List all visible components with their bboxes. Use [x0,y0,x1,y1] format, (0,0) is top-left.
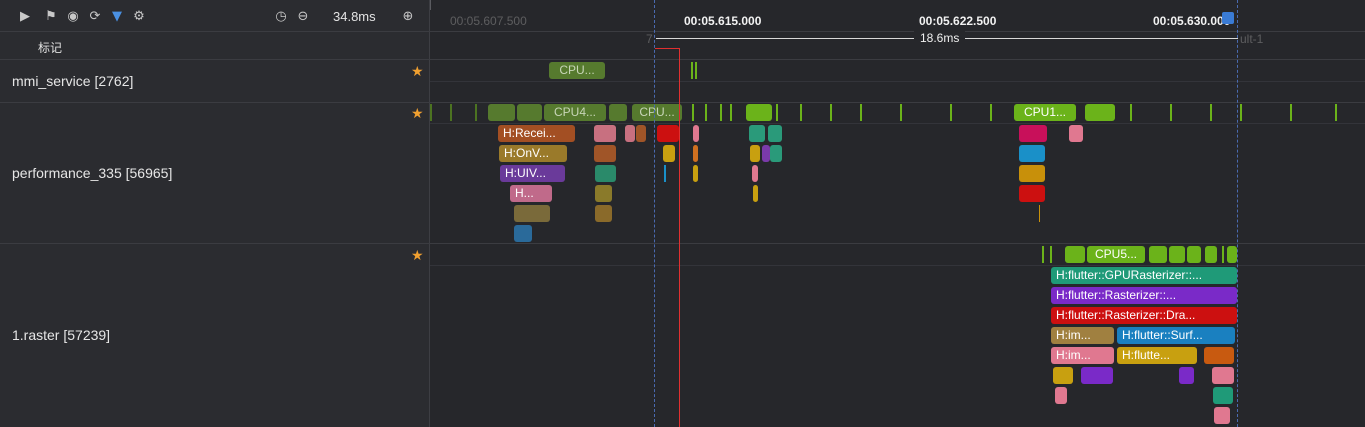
slice[interactable]: H:flutter::GPURasterizer::... [1051,267,1237,284]
cpu-slice[interactable] [517,104,542,121]
slice[interactable] [1069,125,1083,142]
slice[interactable] [693,145,698,162]
cpu-slice[interactable] [746,104,772,121]
range-row [430,32,1365,60]
slice[interactable] [768,125,782,142]
slice[interactable]: H:Recei... [498,125,575,142]
zoom-in-icon[interactable]: ⊕ [399,7,417,25]
lane-name: 1.raster [57239] [12,327,111,343]
timeline-panel[interactable]: 00:05.607.500 00:05.615.000 00:05.622.50… [430,0,1365,427]
network-icon[interactable]: ◉ [64,7,82,25]
cpu-slice[interactable]: CPU... [632,104,682,121]
slice[interactable] [770,145,782,162]
marks-label: 标记 [38,41,63,55]
cursor-marker [655,48,680,58]
slice[interactable] [1204,347,1234,364]
slice[interactable] [595,185,612,202]
lane-name: mmi_service [2762] [12,73,134,89]
slice[interactable]: H... [510,185,552,202]
refresh-icon[interactable]: ⟳ [86,7,104,25]
cpu-slice[interactable] [1169,246,1185,263]
cpu-slice[interactable] [1149,246,1167,263]
cpu-slice[interactable]: CPU... [549,62,605,79]
flag-icon[interactable]: ⚑ [42,7,60,25]
cursor-line[interactable] [679,48,680,427]
tick-label: 00:05.630.000 [1153,14,1231,28]
tick-label: 00:05.607.500 [450,14,527,28]
slice[interactable]: H:flutter::Rasterizer::... [1051,287,1237,304]
slice[interactable] [1019,125,1047,142]
slice[interactable] [1053,367,1073,384]
slice[interactable]: H:flutte... [1117,347,1197,364]
cpu-slice[interactable] [1085,104,1115,121]
cpu-slice[interactable] [1187,246,1201,263]
slice[interactable]: H:flutter::Surf... [1117,327,1235,344]
slice[interactable] [663,145,675,162]
slice[interactable] [657,125,679,142]
slice[interactable] [514,205,550,222]
slice[interactable] [595,165,616,182]
slice[interactable]: H:UIV... [500,165,565,182]
slice[interactable] [1081,367,1113,384]
range-right-marker: ult-1 [1240,32,1264,46]
slice[interactable] [595,205,612,222]
star-icon[interactable]: ★ [411,64,424,80]
cpu-slice[interactable] [609,104,627,121]
slice[interactable] [1213,387,1233,404]
slice[interactable]: H:OnV... [499,145,567,162]
slice[interactable] [693,125,699,142]
tick-label: 00:05.615.000 [684,14,762,28]
slice[interactable] [1214,407,1230,424]
slice[interactable]: H:flutter::Rasterizer::Dra... [1051,307,1237,324]
lane-name: performance_335 [56965] [12,165,173,181]
range-left-marker: 7 [646,32,653,46]
marks-row: 标记 [0,32,430,60]
lane-label-raster[interactable]: 1.raster [57239] ★ [0,244,430,427]
slice[interactable] [1019,145,1045,162]
range-end-line[interactable] [1237,0,1238,427]
cpu-slice[interactable]: CPU4... [544,104,606,121]
settings-icon[interactable]: ⚙ [130,7,148,25]
slice[interactable] [693,165,698,182]
slice[interactable] [750,145,760,162]
slice[interactable] [752,165,758,182]
lane-label-performance[interactable]: performance_335 [56965] ★ [0,103,430,244]
cpu-slice[interactable]: CPU1... [1014,104,1076,121]
slice[interactable] [1212,367,1234,384]
slice[interactable] [514,225,532,242]
slice[interactable] [753,185,758,202]
zoom-out-icon[interactable]: ⊖ [294,7,312,25]
timer-icon[interactable]: ◷ [272,7,290,25]
left-panel: ▶ ⚑ ◉ ⟳ ▼ ⚙ ◷ ⊖ 34.8ms ⊕ 标记 mmi_service … [0,0,430,427]
cpu-slice[interactable] [1065,246,1085,263]
slice[interactable]: H:im... [1051,347,1114,364]
slice[interactable]: H:im... [1051,327,1114,344]
slice[interactable] [749,125,765,142]
cpu-slice[interactable] [488,104,515,121]
tick-label: 00:05.622.500 [919,14,997,28]
slice[interactable] [594,125,616,142]
slice[interactable] [1019,185,1045,202]
play-icon[interactable]: ▶ [16,7,34,25]
star-icon[interactable]: ★ [411,248,424,264]
range-start-line[interactable] [654,0,655,427]
star-icon[interactable]: ★ [411,106,424,122]
slice[interactable] [594,145,616,162]
slice[interactable] [1019,165,1045,182]
slice[interactable] [625,125,635,142]
flag-marker-icon[interactable] [1222,12,1234,24]
slice[interactable] [762,145,770,162]
slice[interactable] [1055,387,1067,404]
lane-label-mmi-service[interactable]: mmi_service [2762] ★ [0,60,430,103]
slice[interactable] [1179,367,1194,384]
filter-icon[interactable]: ▼ [108,7,126,25]
cpu-slice[interactable] [1205,246,1217,263]
slice[interactable] [636,125,646,142]
zoom-label: 34.8ms [333,9,376,24]
toolbar: ▶ ⚑ ◉ ⟳ ▼ ⚙ ◷ ⊖ 34.8ms ⊕ [0,0,430,32]
range-duration: 18.6ms [914,31,966,45]
cpu-slice[interactable] [1227,246,1237,263]
cpu-slice[interactable]: CPU5... [1087,246,1145,263]
